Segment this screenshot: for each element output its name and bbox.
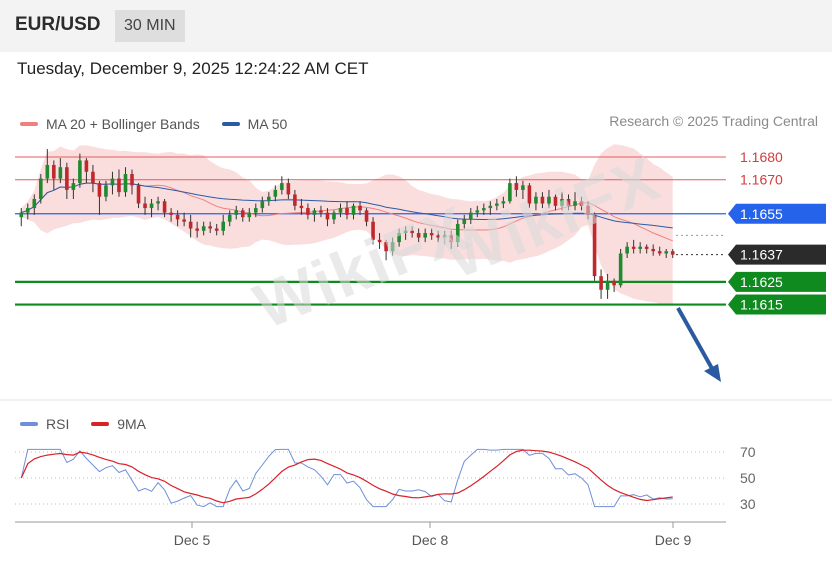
candle-body [169, 212, 173, 215]
candle-body [280, 183, 284, 190]
candle-body [351, 205, 356, 215]
x-axis-tick-label: Dec 8 [412, 532, 449, 548]
candle-body [332, 212, 336, 220]
candle-body [25, 208, 30, 213]
resistance-label: 1.1670 [740, 172, 783, 188]
candle-body [240, 210, 245, 218]
candle-body [319, 210, 323, 213]
candle-body [182, 219, 186, 222]
support-price-label: 1.1625 [740, 274, 783, 290]
x-axis-tick-label: Dec 9 [655, 532, 692, 548]
forecast-arrow [676, 307, 716, 373]
candle-body [670, 251, 675, 255]
candle-body [123, 174, 128, 193]
candle-body [188, 221, 193, 229]
candle-body [65, 167, 69, 190]
candle-body [273, 189, 278, 197]
last-price-label: 1.1637 [740, 247, 783, 263]
candle-body [71, 183, 76, 190]
candle-body [19, 212, 24, 218]
rsi-9ma-line [20, 449, 673, 504]
candle-body [91, 171, 95, 184]
candle-body [664, 251, 669, 254]
candle-body [514, 183, 519, 190]
candle-body [227, 214, 232, 222]
candle-body [247, 212, 252, 218]
candle-body [162, 201, 167, 213]
candle-body [84, 160, 89, 172]
candle-body [136, 185, 141, 204]
rsi-tick-label: 70 [740, 444, 756, 460]
candle-body [605, 280, 610, 290]
candle-body [143, 203, 147, 209]
candle-body [345, 208, 349, 215]
candle-body [358, 205, 362, 211]
candle-body [293, 194, 297, 206]
candle-body [78, 160, 82, 184]
candle-body [130, 174, 134, 186]
candle-body [104, 185, 108, 197]
candle-body [175, 214, 180, 220]
candle-body [117, 178, 121, 193]
candle-body [32, 198, 37, 209]
candle-body [612, 280, 616, 286]
support-price-label: 1.1615 [740, 297, 783, 313]
candle-body [618, 253, 623, 286]
candle-body [267, 196, 271, 202]
candle-body [149, 203, 154, 209]
candle-body [234, 210, 239, 215]
pivot-price-label: 1.1655 [740, 206, 783, 222]
candle-body [97, 183, 102, 197]
rsi-tick-label: 50 [740, 470, 756, 486]
candle-body [625, 246, 629, 254]
candle-body [638, 246, 642, 249]
rsi-tick-label: 30 [740, 496, 756, 512]
candle-body [58, 167, 63, 179]
candle-body [260, 201, 265, 209]
candle-body [221, 221, 226, 231]
candle-body [312, 210, 317, 215]
candle-body [631, 246, 636, 249]
candle-body [201, 226, 206, 231]
candle-body [253, 208, 258, 213]
resistance-label: 1.1680 [740, 149, 783, 165]
candle-body [208, 226, 212, 229]
candle-body [110, 178, 115, 186]
candle-body [338, 208, 343, 213]
candle-body [599, 276, 603, 290]
candle-body [39, 178, 43, 199]
candle-body [45, 164, 50, 179]
candle-body [195, 228, 199, 231]
candle-body [286, 183, 291, 195]
candle-body [364, 210, 369, 222]
candle-body [214, 228, 219, 231]
candle-body [52, 164, 56, 179]
x-axis-tick-label: Dec 5 [174, 532, 211, 548]
candle-body [156, 201, 160, 204]
candle-body [651, 248, 655, 252]
candle-body [657, 251, 662, 254]
candle-body [299, 205, 304, 209]
candle-body [325, 212, 330, 220]
candle-body [306, 208, 310, 215]
candle-body [644, 246, 649, 249]
